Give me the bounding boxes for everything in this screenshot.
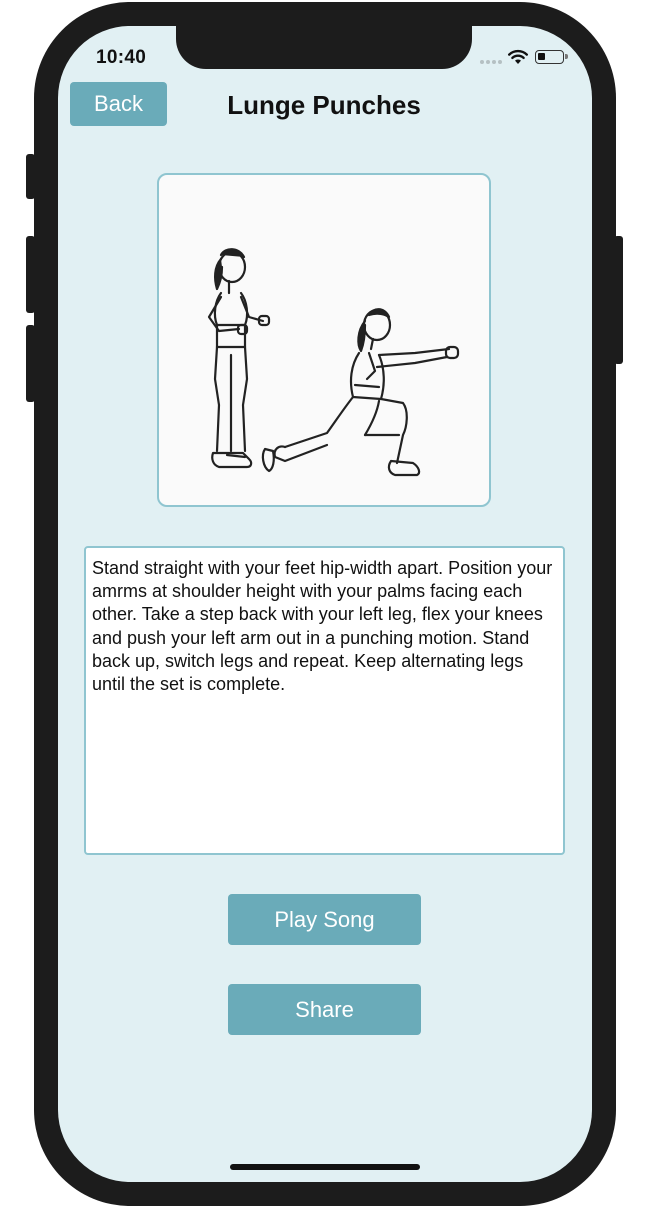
volume-down-button: [26, 325, 35, 402]
volume-up-button: [26, 236, 35, 313]
exercise-image: [157, 173, 491, 507]
lunge-punch-illustration: [207, 248, 460, 477]
notch: [176, 26, 472, 69]
share-button[interactable]: Share: [228, 984, 421, 1035]
wifi-icon: [508, 49, 528, 64]
play-song-button[interactable]: Play Song: [228, 894, 421, 945]
power-button: [614, 236, 623, 364]
home-indicator: [230, 1164, 420, 1170]
exercise-description[interactable]: Stand straight with your feet hip-width …: [84, 546, 565, 855]
app-screen: 10:40 Back Lunge Punches Stand straight …: [58, 26, 592, 1182]
cellular-signal-icon: [480, 60, 504, 64]
back-button[interactable]: Back: [70, 82, 167, 126]
mute-switch: [26, 154, 35, 199]
page-title: Lunge Punches: [227, 90, 421, 120]
status-time: 10:40: [96, 47, 147, 68]
battery-icon: [535, 50, 568, 64]
